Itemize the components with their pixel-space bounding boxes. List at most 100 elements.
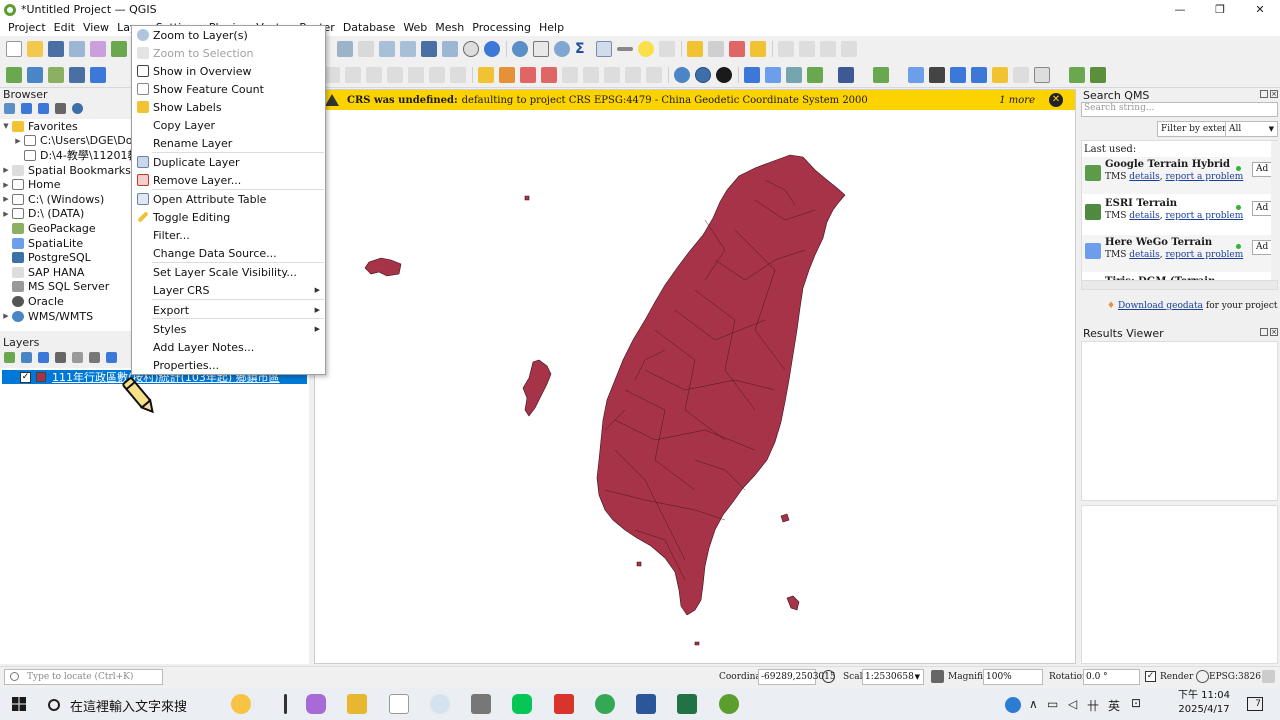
select-feature-icon[interactable] <box>687 41 703 57</box>
expand-arrow-icon[interactable]: ▼ <box>0 122 12 130</box>
download-geodata-link[interactable]: Download geodata <box>1118 301 1203 311</box>
menu-item-add-layer-notes[interactable]: Add Layer Notes... <box>132 338 325 356</box>
zoom-last-icon[interactable] <box>400 41 416 57</box>
identify-icon[interactable] <box>512 41 528 57</box>
menu-item-show-in-overview[interactable]: Show in Overview <box>132 62 325 80</box>
label-change-icon[interactable] <box>604 66 620 83</box>
add-raster-icon[interactable] <box>69 66 85 83</box>
digitize-icon-3[interactable] <box>820 41 836 57</box>
settings-gear-icon[interactable] <box>554 41 570 57</box>
expand-all-icon[interactable] <box>72 352 83 363</box>
menu-item-change-data-source[interactable]: Change Data Source... <box>132 244 325 262</box>
zoom-selection-icon[interactable] <box>358 41 374 57</box>
merge-features-icon[interactable] <box>971 66 987 83</box>
close-panel-icon[interactable]: × <box>1270 328 1278 336</box>
filter-select[interactable]: All ▼ <box>1225 121 1278 137</box>
expand-arrow-icon[interactable]: ▶ <box>0 166 12 174</box>
layer-styling-icon[interactable] <box>4 352 15 363</box>
speaker-icon[interactable]: ◁ <box>1068 697 1077 711</box>
excel-icon[interactable] <box>677 694 697 714</box>
deselect-icon[interactable] <box>729 41 745 57</box>
toggle-extents-icon[interactable] <box>822 670 835 683</box>
menu-item-toggle-editing[interactable]: Toggle Editing <box>132 208 325 226</box>
messages-icon[interactable] <box>1262 670 1275 683</box>
maximize-button[interactable]: ❐ <box>1200 0 1240 19</box>
menu-item-duplicate-layer[interactable]: Duplicate Layer <box>132 153 325 171</box>
ime-mode-icon[interactable]: 卄 <box>1087 697 1099 714</box>
close-message-icon[interactable]: ✕ <box>1049 93 1063 107</box>
notifications-icon[interactable]: 7 <box>1247 697 1263 711</box>
menu-item-show-labels[interactable]: Show Labels <box>132 98 325 116</box>
add-group-icon[interactable] <box>21 352 32 363</box>
edit-icon-4[interactable] <box>366 66 382 83</box>
expand-arrow-icon[interactable]: ▶ <box>0 312 12 320</box>
plugin-icon-1[interactable] <box>1069 66 1085 83</box>
new-bookmark-icon[interactable] <box>421 41 437 57</box>
menu-item-rename-layer[interactable]: Rename Layer <box>132 134 325 152</box>
menu-item-styles[interactable]: Styles ▶ <box>132 320 325 338</box>
float-panel-icon[interactable] <box>1260 90 1268 98</box>
menu-processing[interactable]: Processing <box>468 21 535 34</box>
print-layout-icon[interactable] <box>90 41 106 57</box>
lock-scale-icon[interactable] <box>931 670 944 683</box>
select-location-icon[interactable] <box>750 41 766 57</box>
menu-item-scale-visibility[interactable]: Set Layer Scale Visibility... <box>132 263 325 281</box>
label-icon[interactable] <box>478 66 494 83</box>
report-problem-link[interactable]: report a problem <box>1165 250 1243 260</box>
minimize-button[interactable]: — <box>1160 0 1200 19</box>
label-highlight-icon[interactable] <box>520 66 536 83</box>
digitize-icon-1[interactable] <box>778 41 794 57</box>
menu-item-filter[interactable]: Filter... <box>132 226 325 244</box>
network-icon[interactable]: ▭ <box>1047 697 1058 711</box>
qms-horizontal-scrollbar[interactable] <box>1081 280 1278 290</box>
label-move-icon[interactable] <box>562 66 578 83</box>
float-panel-icon[interactable] <box>1260 328 1268 336</box>
attribute-table-icon[interactable] <box>533 41 549 57</box>
menu-edit[interactable]: Edit <box>50 21 79 34</box>
layer-symbol-swatch[interactable] <box>36 372 46 382</box>
table-view-icon[interactable] <box>596 41 612 57</box>
edit-icon-8[interactable] <box>450 66 466 83</box>
report-problem-link[interactable]: report a problem <box>1165 211 1243 221</box>
expand-arrow-icon[interactable]: ▶ <box>12 137 24 145</box>
service-item[interactable]: Here WeGo Terrain TMS details, report a … <box>1082 235 1277 272</box>
menu-project[interactable]: Project <box>4 21 50 34</box>
file-explorer-icon[interactable] <box>347 694 367 714</box>
menu-item-zoom-to-selection[interactable]: Zoom to Selection <box>132 44 325 62</box>
data-source-manager-icon[interactable] <box>6 66 22 83</box>
details-link[interactable]: details <box>1129 211 1159 221</box>
service-item[interactable]: ESRI Terrain TMS details, report a probl… <box>1082 196 1277 233</box>
details-link[interactable]: details <box>1129 172 1159 182</box>
select-value-icon[interactable] <box>708 41 724 57</box>
filter-browser-icon[interactable] <box>38 103 49 114</box>
refresh-browser-icon[interactable] <box>21 103 32 114</box>
save-as-icon[interactable] <box>69 41 85 57</box>
remove-layer-icon[interactable] <box>106 352 117 363</box>
close-window-button[interactable]: ✕ <box>1240 0 1280 19</box>
chrome-icon[interactable] <box>595 694 615 714</box>
label-redo-icon[interactable] <box>646 66 662 83</box>
menu-mesh[interactable]: Mesh <box>431 21 468 34</box>
save-project-icon[interactable] <box>48 41 64 57</box>
map-canvas[interactable]: CRS was undefined: defaulting to project… <box>314 89 1076 664</box>
properties-icon[interactable] <box>72 103 83 114</box>
qgis-taskbar-icon[interactable] <box>719 694 739 714</box>
history-icon[interactable] <box>807 66 823 83</box>
app-icon[interactable] <box>471 694 491 714</box>
service-item[interactable]: Google Terrain Hybrid TMS details, repor… <box>1082 157 1277 194</box>
quickmapservices-icon[interactable] <box>873 66 889 83</box>
more-messages-link[interactable]: 1 more <box>999 95 1035 106</box>
project-crs-button[interactable]: EPSG:3826 <box>1209 672 1261 682</box>
digitize-icon-4[interactable] <box>841 41 857 57</box>
notepad-icon[interactable] <box>389 694 409 714</box>
ime-language[interactable]: 英 <box>1108 697 1120 714</box>
zoom-out-icon[interactable] <box>695 66 711 83</box>
word-icon[interactable] <box>636 694 656 714</box>
add-circle-icon[interactable] <box>1013 66 1029 83</box>
menu-item-properties[interactable]: Properties... <box>132 356 325 374</box>
zoom-layer-icon[interactable] <box>337 41 353 57</box>
clock[interactable]: 下午 11:04 2025/4/17 <box>1173 689 1235 717</box>
render-checkbox[interactable]: ✓ <box>1145 671 1156 682</box>
label-remove-icon[interactable] <box>541 66 557 83</box>
filter-by-extent-button[interactable]: Filter by extent <box>1157 121 1236 137</box>
